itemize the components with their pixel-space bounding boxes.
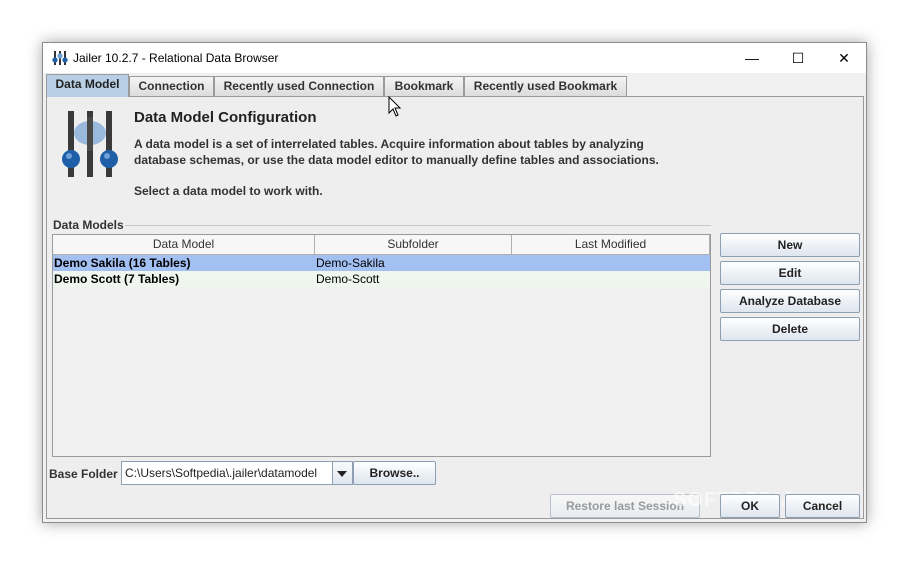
cell-data-model: Demo Scott (7 Tables)	[54, 272, 180, 286]
data-models-table: Data Model Subfolder Last Modified Demo …	[52, 234, 711, 457]
data-model-panel: Data Model Configuration A data model is…	[46, 96, 864, 519]
tab-bookmark[interactable]: Bookmark	[384, 76, 464, 96]
base-folder-label: Base Folder	[49, 467, 118, 481]
new-button[interactable]: New	[720, 233, 860, 257]
window-title: Jailer 10.2.7 - Relational Data Browser	[73, 51, 279, 65]
ok-button[interactable]: OK	[720, 494, 780, 518]
title-bar: Jailer 10.2.7 - Relational Data Browser …	[43, 43, 866, 73]
jailer-sliders-icon	[52, 51, 68, 65]
base-folder-combo[interactable]: C:\Users\Softpedia\.jailer\datamodel	[121, 461, 353, 485]
jailer-logo-icon	[62, 111, 118, 177]
mouse-pointer-icon	[388, 96, 402, 117]
column-header-subfolder[interactable]: Subfolder	[315, 235, 512, 254]
close-button[interactable]: ✕	[821, 43, 867, 73]
tab-connection[interactable]: Connection	[129, 76, 214, 96]
edit-button[interactable]: Edit	[720, 261, 860, 285]
cell-subfolder: Demo-Scott	[316, 272, 380, 286]
tab-recent-bookmark[interactable]: Recently used Bookmark	[464, 76, 627, 96]
table-header: Data Model Subfolder Last Modified	[53, 235, 710, 255]
cell-last-modified	[514, 271, 708, 287]
page-title: Data Model Configuration	[134, 109, 317, 126]
table-row[interactable]: Demo Sakila (16 Tables) Demo-Sakila	[53, 255, 710, 271]
app-window: Jailer 10.2.7 - Relational Data Browser …	[42, 42, 867, 523]
description: A data model is a set of interrelated ta…	[134, 136, 754, 168]
tab-data-model[interactable]: Data Model	[46, 74, 129, 97]
maximize-button[interactable]: ☐	[775, 43, 821, 73]
chevron-down-icon[interactable]	[332, 462, 352, 484]
base-folder-value: C:\Users\Softpedia\.jailer\datamodel	[125, 466, 318, 480]
cell-subfolder: Demo-Sakila	[316, 256, 385, 270]
cancel-button[interactable]: Cancel	[785, 494, 860, 518]
browse-button[interactable]: Browse..	[353, 461, 436, 485]
column-header-data-model[interactable]: Data Model	[53, 235, 315, 254]
table-row[interactable]: Demo Scott (7 Tables) Demo-Scott	[53, 271, 710, 287]
description-line-1: A data model is a set of interrelated ta…	[134, 137, 644, 151]
data-models-group-label: Data Models	[53, 218, 124, 232]
group-divider	[125, 225, 711, 226]
tab-recent-connection[interactable]: Recently used Connection	[214, 76, 384, 96]
description-line-2: database schemas, or use the data model …	[134, 153, 659, 167]
cell-last-modified	[514, 255, 708, 271]
minimize-button[interactable]: —	[729, 43, 775, 73]
column-header-last-modified[interactable]: Last Modified	[512, 235, 710, 254]
cell-data-model: Demo Sakila (16 Tables)	[54, 256, 191, 270]
select-hint: Select a data model to work with.	[134, 184, 323, 198]
delete-button[interactable]: Delete	[720, 317, 860, 341]
analyze-database-button[interactable]: Analyze Database	[720, 289, 860, 313]
